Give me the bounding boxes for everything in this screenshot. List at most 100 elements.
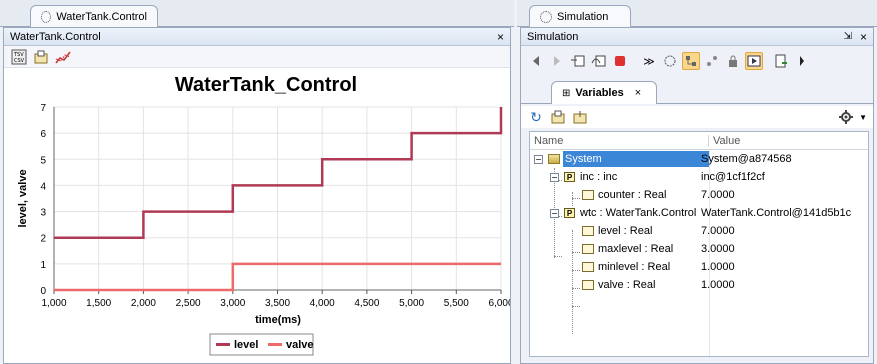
- row-value: 3.0000: [701, 243, 735, 255]
- row-value: System@a874568: [701, 153, 792, 165]
- part-icon: P: [564, 172, 575, 182]
- y-tick-label: 4: [40, 181, 46, 192]
- y-tick-label: 5: [40, 155, 46, 166]
- left-view-title: WaterTank.Control: [10, 30, 101, 43]
- row-value: inc@1cf1f2cf: [701, 171, 765, 183]
- row-name: valve : Real: [598, 279, 656, 291]
- variables-tab-icon: ⊞: [562, 87, 571, 99]
- x-tick-label: 1,500: [86, 298, 111, 309]
- animation-icon[interactable]: [661, 52, 679, 70]
- x-tick-label: 1,000: [41, 298, 66, 309]
- x-tick-label: 2,500: [176, 298, 201, 309]
- tab-watertank-control[interactable]: WaterTank.Control: [30, 5, 158, 27]
- breakpoint-icon[interactable]: [703, 52, 721, 70]
- y-tick-label: 1: [40, 260, 46, 271]
- table-row[interactable]: − System System@a874568: [530, 150, 870, 168]
- tab-label: Variables: [575, 87, 624, 99]
- left-view-titlebar: WaterTank.Control ×: [4, 28, 510, 46]
- row-name: wtc : WaterTank.Control: [580, 207, 697, 219]
- refresh-icon[interactable]: ↻: [527, 108, 545, 126]
- x-tick-label: 4,000: [310, 298, 335, 309]
- tree-line: [572, 306, 580, 307]
- svg-text:CSV: CSV: [14, 58, 25, 64]
- run-selected-icon[interactable]: [745, 52, 763, 70]
- left-view: WaterTank.Control × TSV CSV WaterTank_Con…: [3, 27, 511, 364]
- restore-icon[interactable]: ⇲: [844, 31, 852, 42]
- table-row[interactable]: valve : Real 1.0000: [530, 276, 870, 294]
- row-value: 1.0000: [701, 261, 735, 273]
- collapse-icon[interactable]: −: [550, 172, 559, 182]
- step-into-icon[interactable]: [569, 52, 587, 70]
- legend-label-level: level: [234, 339, 258, 351]
- chart-toolbar: TSV CSV: [4, 46, 510, 68]
- right-view-titlebar: Simulation ⇲ ×: [521, 28, 873, 46]
- diagram-tab-icon: [41, 10, 52, 23]
- settings-gear-icon[interactable]: [837, 108, 855, 126]
- column-header-value[interactable]: Value: [709, 135, 740, 147]
- line-chart-icon[interactable]: [54, 48, 72, 66]
- row-value: 1.0000: [701, 279, 735, 291]
- collapse-icon[interactable]: −: [550, 208, 559, 218]
- property-icon: [582, 280, 594, 290]
- table-row[interactable]: minlevel : Real 1.0000: [530, 258, 870, 276]
- column-header-name[interactable]: Name: [530, 134, 709, 147]
- row-value: WaterTank.Control@141d5b1c: [701, 207, 852, 219]
- tree-layout-icon[interactable]: [682, 52, 700, 70]
- table-row[interactable]: maxlevel : Real 3.0000: [530, 240, 870, 258]
- property-icon: [582, 244, 594, 254]
- chevron-down-icon[interactable]: ▼: [859, 113, 867, 122]
- legend-label-valve: valve: [286, 339, 314, 351]
- save-image-icon[interactable]: [32, 48, 50, 66]
- x-tick-label: 3,500: [265, 298, 290, 309]
- right-view: Simulation ⇲ × ≫ ⊞ Variables × ↻ ▼ Name …: [520, 27, 874, 364]
- right-view-title: Simulation: [527, 30, 579, 43]
- x-tick-label: 3,000: [220, 298, 245, 309]
- tab-label: Simulation: [557, 10, 609, 23]
- part-icon: P: [564, 208, 575, 218]
- simulation-toolbar: ≫: [521, 46, 873, 76]
- close-icon[interactable]: ×: [860, 30, 867, 44]
- chart: WaterTank_Control 0 1 2 3 4 5 6 7 1,000 1,500 2,000…: [17, 74, 510, 356]
- system-icon: [548, 154, 560, 164]
- more-icon[interactable]: [793, 52, 811, 70]
- variables-toolbar: ↻ ▼: [521, 106, 873, 128]
- row-value: 7.0000: [701, 189, 735, 201]
- property-icon: [582, 226, 594, 236]
- property-icon: [582, 262, 594, 272]
- table-header: Name Value: [530, 132, 868, 150]
- row-name: inc : inc: [580, 171, 618, 183]
- row-name: counter : Real: [598, 189, 667, 201]
- play-icon[interactable]: [548, 52, 566, 70]
- y-axis-label: level, valve: [17, 169, 29, 227]
- tab-simulation[interactable]: Simulation: [529, 5, 631, 27]
- x-tick-label: 5,500: [444, 298, 469, 309]
- y-tick-label: 0: [40, 286, 46, 297]
- variables-table: Name Value − System System@a874568 − P i…: [529, 131, 869, 357]
- row-value: 7.0000: [701, 225, 735, 237]
- export-results-icon[interactable]: [772, 52, 790, 70]
- export-csv-icon[interactable]: TSV CSV: [10, 48, 28, 66]
- stop-icon[interactable]: [611, 52, 629, 70]
- close-icon[interactable]: ×: [497, 30, 504, 44]
- table-row[interactable]: − P wtc : WaterTank.Control WaterTank.Co…: [530, 204, 870, 222]
- close-icon[interactable]: ×: [635, 87, 641, 99]
- import-icon[interactable]: [571, 108, 589, 126]
- y-tick-label: 7: [40, 103, 46, 114]
- table-row[interactable]: level : Real 7.0000: [530, 222, 870, 240]
- x-tick-label: 2,000: [131, 298, 156, 309]
- step-back-icon[interactable]: [527, 52, 545, 70]
- step-over-icon[interactable]: [590, 52, 608, 70]
- lock-icon[interactable]: [724, 52, 742, 70]
- table-row[interactable]: counter : Real 7.0000: [530, 186, 870, 204]
- row-name: level : Real: [598, 225, 653, 237]
- y-tick-label: 2: [40, 234, 46, 245]
- y-tick-label: 3: [40, 208, 46, 219]
- collapse-icon[interactable]: −: [534, 154, 543, 164]
- row-name: minlevel : Real: [598, 261, 671, 273]
- property-icon: [582, 190, 594, 200]
- tab-variables[interactable]: ⊞ Variables ×: [551, 81, 657, 104]
- table-row[interactable]: − P inc : inc inc@1cf1f2cf: [530, 168, 870, 186]
- row-name: maxlevel : Real: [598, 243, 674, 255]
- skip-icon[interactable]: ≫: [640, 52, 658, 70]
- export-icon[interactable]: [549, 108, 567, 126]
